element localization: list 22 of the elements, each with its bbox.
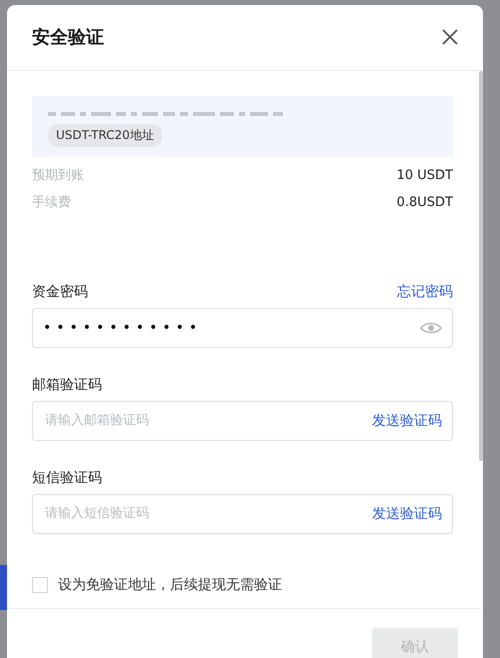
sidebar-highlight xyxy=(0,565,7,610)
field-label: 资金密码 xyxy=(32,282,88,301)
checkbox-label: 设为免验证地址，后续提现无需验证 xyxy=(58,576,282,594)
password-value: •••••••••••• xyxy=(43,320,202,336)
forgot-password-link[interactable]: 忘记密码 xyxy=(397,282,453,301)
summary-label: 手续费 xyxy=(32,194,71,212)
dialog-title: 安全验证 xyxy=(32,26,104,50)
summary-value: 0.8USDT xyxy=(396,194,453,212)
summary-value: 10 USDT xyxy=(396,166,453,185)
code-field[interactable]: 请输入邮箱验证码 发送验证码 xyxy=(32,400,453,441)
send-code-link[interactable]: 发送验证码 xyxy=(372,412,442,430)
close-icon[interactable] xyxy=(441,28,459,46)
network-tag: USDT-TRC20地址 xyxy=(48,124,162,147)
checkbox[interactable] xyxy=(32,576,48,593)
field-label: 短信验证码 xyxy=(32,468,102,487)
field-label: 邮箱验证码 xyxy=(32,376,102,394)
summary-label: 预期到账 xyxy=(32,166,84,185)
send-code-link[interactable]: 发送验证码 xyxy=(372,504,442,523)
code-field[interactable]: 请输入短信验证码 发送验证码 xyxy=(32,494,453,534)
scrollbar[interactable] xyxy=(479,70,483,461)
eye-icon[interactable] xyxy=(420,320,442,335)
password-field[interactable]: •••••••••••• xyxy=(32,308,453,348)
